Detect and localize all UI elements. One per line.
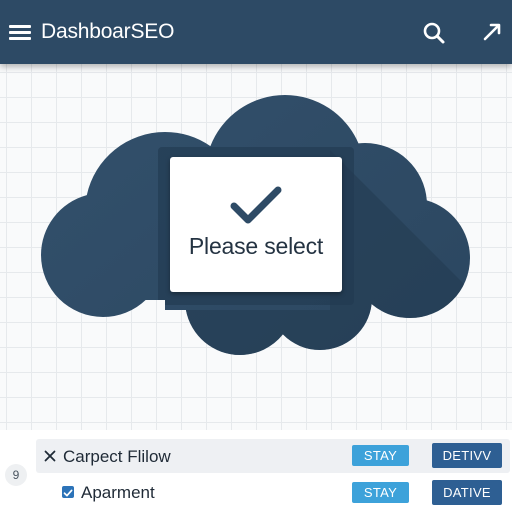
hamburger-menu-icon[interactable]: [9, 23, 31, 41]
search-icon[interactable]: [421, 20, 447, 46]
top-app-bar: DashboarSEO: [0, 0, 512, 64]
selection-dialog: Please select: [170, 157, 342, 292]
app-window: DashboarSEO Please select 9 Carpect Flil…: [0, 0, 512, 512]
stay-button[interactable]: STAY: [352, 445, 409, 466]
stay-button[interactable]: STAY: [352, 482, 409, 503]
list-item-label: Carpect Flilow: [63, 447, 171, 466]
list-item-label: Aparment: [81, 483, 155, 502]
expand-arrow-icon[interactable]: [480, 20, 504, 44]
detivv-button[interactable]: DETIVV: [432, 443, 502, 468]
dialog-message: Please select: [188, 233, 324, 259]
dative-button[interactable]: DATIVE: [432, 480, 502, 505]
checkbox-checked-icon[interactable]: [62, 486, 74, 498]
checkmark-icon: [230, 186, 282, 224]
close-icon[interactable]: [44, 450, 56, 462]
count-badge: 9: [5, 464, 27, 486]
app-title: DashboarSEO: [41, 20, 175, 43]
